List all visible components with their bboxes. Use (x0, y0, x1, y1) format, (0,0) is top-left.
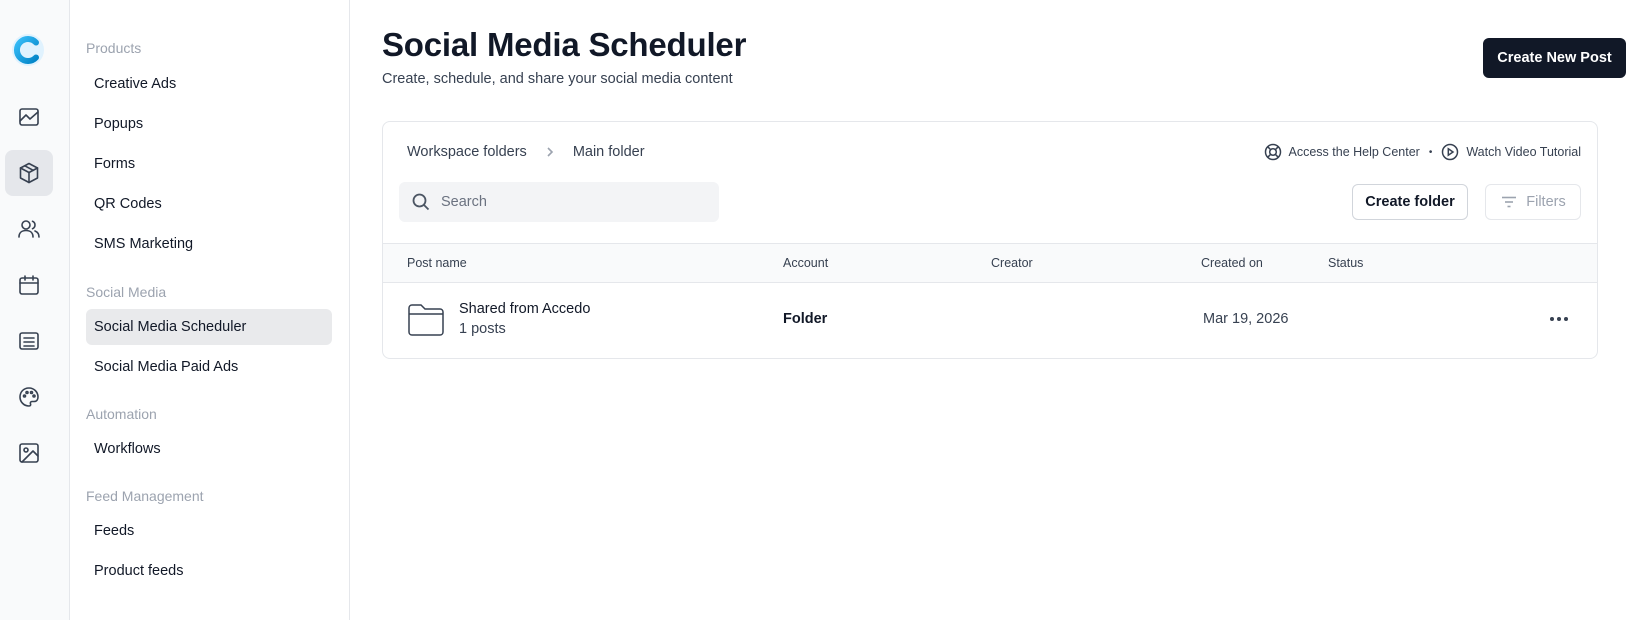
page-title: Social Media Scheduler (382, 26, 747, 63)
row-created-on: Mar 19, 2026 (1203, 311, 1289, 327)
folders-card: Workspace folders Main folder Access the… (382, 121, 1598, 359)
main-content: Social Media Scheduler Create, schedule,… (350, 0, 1642, 620)
help-links: Access the Help Center • Watch Video Tut… (1264, 143, 1581, 161)
nav-item-popups[interactable]: Popups (86, 106, 332, 142)
products-box-icon[interactable] (5, 150, 53, 196)
app-logo-icon[interactable] (11, 33, 45, 67)
row-account: Folder (783, 311, 828, 327)
analytics-icon[interactable] (5, 94, 53, 140)
secondary-nav: Products Creative Ads Popups Forms QR Co… (70, 0, 350, 620)
filter-icon (1502, 196, 1517, 208)
palette-icon[interactable] (5, 374, 53, 420)
help-center-link[interactable]: Access the Help Center (1264, 143, 1420, 161)
image-icon[interactable] (5, 430, 53, 476)
column-header-account[interactable]: Account (783, 256, 828, 270)
breadcrumb: Workspace folders Main folder (407, 144, 645, 160)
column-header-created-on[interactable]: Created on (1201, 256, 1263, 270)
breadcrumb-main-folder[interactable]: Main folder (573, 144, 645, 160)
nav-item-creative-ads[interactable]: Creative Ads (86, 66, 332, 102)
video-tutorial-label: Watch Video Tutorial (1466, 145, 1581, 159)
nav-section-title: Social Media (86, 284, 167, 300)
search-box[interactable] (399, 182, 719, 222)
nav-item-qr-codes[interactable]: QR Codes (86, 186, 332, 222)
nav-section-title: Feed Management (86, 488, 204, 504)
separator-dot: • (1428, 146, 1433, 158)
chevron-right-icon (543, 145, 557, 159)
lifebuoy-icon (1264, 143, 1281, 161)
video-tutorial-link[interactable]: Watch Video Tutorial (1441, 143, 1581, 161)
nav-section-title: Products (86, 40, 142, 56)
folder-icon (407, 301, 445, 337)
nav-item-product-feeds[interactable]: Product feeds (86, 553, 332, 589)
calendar-icon[interactable] (5, 262, 53, 308)
table-header: Post name Account Creator Created on Sta… (383, 243, 1597, 283)
nav-item-workflows[interactable]: Workflows (86, 431, 332, 467)
column-header-status[interactable]: Status (1328, 256, 1363, 270)
nav-item-forms[interactable]: Forms (86, 146, 332, 182)
nav-item-sms-marketing[interactable]: SMS Marketing (86, 226, 332, 262)
contacts-users-icon[interactable] (5, 206, 53, 252)
column-header-post-name[interactable]: Post name (407, 256, 467, 270)
column-header-creator[interactable]: Creator (991, 256, 1033, 270)
row-post-count: 1 posts (459, 321, 506, 337)
breadcrumb-workspace-folders[interactable]: Workspace folders (407, 144, 527, 160)
create-new-post-button[interactable]: Create New Post (1483, 38, 1626, 78)
search-icon (412, 193, 430, 211)
nav-item-social-media-scheduler[interactable]: Social Media Scheduler (86, 309, 332, 345)
filters-button[interactable]: Filters (1485, 184, 1581, 220)
play-circle-icon (1442, 143, 1459, 161)
nav-item-social-media-paid-ads[interactable]: Social Media Paid Ads (86, 349, 332, 385)
row-post-name[interactable]: Shared from Accedo (459, 301, 590, 317)
list-icon[interactable] (5, 318, 53, 364)
search-input[interactable] (441, 194, 701, 210)
nav-item-feeds[interactable]: Feeds (86, 513, 332, 549)
filters-label: Filters (1526, 194, 1566, 210)
help-center-label: Access the Help Center (1288, 145, 1420, 159)
table-row[interactable]: Shared from Accedo 1 posts Folder Mar 19… (383, 283, 1597, 358)
page-subtitle: Create, schedule, and share your social … (382, 71, 733, 87)
icon-rail (0, 0, 70, 620)
nav-section-title: Automation (86, 406, 157, 422)
create-folder-button[interactable]: Create folder (1352, 184, 1468, 220)
more-options-icon[interactable] (1545, 307, 1573, 331)
